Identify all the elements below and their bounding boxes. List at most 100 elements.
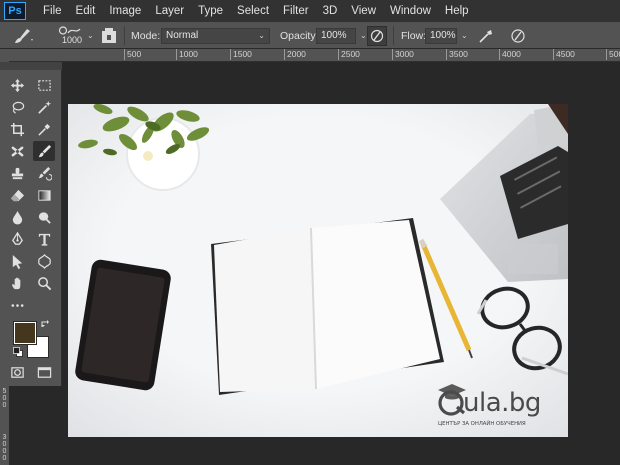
brush-size: 1000 (61, 35, 83, 45)
eyedropper-icon (37, 123, 50, 136)
hand-tool[interactable] (6, 273, 28, 293)
swap-colors-icon[interactable] (40, 319, 50, 329)
menu-image[interactable]: Image (102, 5, 148, 17)
chevron-down-icon[interactable]: ⌄ (87, 31, 94, 40)
airbrush-icon (479, 29, 492, 43)
ruler-tick: 5 0 0 (2, 388, 7, 409)
rectangular-marquee-icon (37, 79, 51, 91)
brush-settings-toggle[interactable] (101, 22, 117, 49)
path-selection-tool[interactable] (6, 251, 28, 271)
tool-preset-picker[interactable] (12, 22, 34, 49)
type-tool[interactable] (33, 229, 55, 249)
options-bar: 1000 ⌄ Mode: Normal ⌄ Opacity: 100% ⌄ Fl… (0, 22, 620, 49)
pressure-opacity-button[interactable] (367, 25, 387, 46)
menu-bar: Ps File Edit Image Layer Type Select Fil… (0, 0, 620, 22)
stamp-icon (11, 167, 23, 179)
brush-tool[interactable] (33, 141, 55, 161)
magic-wand-tool[interactable] (33, 97, 55, 117)
menu-layer[interactable]: Layer (148, 5, 191, 17)
app-logo: Ps (4, 2, 26, 20)
brush-icon (38, 144, 51, 157)
pressure-size-icon (511, 28, 525, 43)
pen-tool[interactable] (6, 229, 28, 249)
ruler-tick: 3 0 0 0 (2, 434, 7, 462)
opacity-value: 100% (321, 30, 347, 41)
menu-help[interactable]: Help (438, 5, 476, 17)
screen-mode-button[interactable] (33, 362, 55, 382)
menu-filter[interactable]: Filter (276, 5, 316, 17)
menu-edit[interactable]: Edit (69, 5, 103, 17)
foreground-color-swatch[interactable] (13, 321, 37, 345)
menu-file[interactable]: File (36, 5, 69, 17)
gradient-tool[interactable] (33, 185, 55, 205)
blur-tool[interactable] (6, 207, 28, 227)
lasso-icon (12, 101, 24, 114)
brand-logo-text: ula.bg (463, 388, 541, 418)
pressure-size-toggle[interactable] (510, 22, 526, 49)
zoom-tool[interactable] (33, 273, 55, 293)
shape-tool[interactable] (33, 251, 55, 271)
brush-tip-icon (58, 26, 81, 35)
flow-input[interactable]: 100% (425, 27, 457, 44)
dodge-icon (38, 211, 51, 224)
menu-window[interactable]: Window (383, 5, 438, 17)
menu-type[interactable]: Type (191, 5, 230, 17)
flow-value: 100% (430, 30, 456, 41)
canvas-photo: ula.bg ЦЕНТЪР ЗА ОНЛАЙН ОБУЧЕНИЯ (68, 104, 568, 437)
type-icon (38, 233, 50, 246)
ruler-tick: 2500 (338, 49, 360, 60)
quick-mask-icon (10, 366, 24, 378)
quick-mask-button[interactable] (6, 362, 28, 382)
ruler-tick: 4500 (553, 49, 575, 60)
clone-stamp-tool[interactable] (6, 163, 28, 183)
chevron-down-icon[interactable]: ⌄ (360, 31, 367, 40)
pressure-opacity-icon (370, 29, 384, 42)
menu-3d[interactable]: 3D (316, 5, 345, 17)
eyedropper-tool[interactable] (33, 119, 55, 139)
ruler-tick: 1500 (230, 49, 252, 60)
chevron-down-icon: ⌄ (258, 31, 265, 40)
history-brush-tool[interactable] (33, 163, 55, 183)
menu-view[interactable]: View (344, 5, 383, 17)
more-icon (11, 303, 23, 307)
ruler-tick: 3000 (392, 49, 414, 60)
custom-shape-icon (37, 253, 51, 269)
move-icon (10, 78, 24, 92)
move-tool[interactable] (6, 75, 28, 95)
opacity-input[interactable]: 100% (316, 27, 356, 44)
tools-panel-header[interactable] (0, 62, 62, 70)
ruler-top: 500 1000 1500 2000 2500 3000 3500 4000 4… (9, 49, 620, 62)
ruler-tick: 2000 (284, 49, 306, 60)
mode-select[interactable]: Normal ⌄ (161, 27, 270, 44)
marquee-tool[interactable] (33, 75, 55, 95)
mode-label: Mode: (131, 29, 161, 42)
healing-tool[interactable] (6, 141, 28, 161)
zoom-icon (37, 276, 51, 290)
more-tools[interactable] (6, 295, 28, 315)
ruler-tick: 3500 (446, 49, 468, 60)
eraser-icon (10, 189, 24, 201)
crop-tool[interactable] (6, 119, 28, 139)
blur-drop-icon (12, 210, 22, 225)
brush-panel-icon (102, 27, 116, 43)
ruler-tick: 4000 (499, 49, 521, 60)
gradient-icon (37, 189, 51, 201)
dodge-tool[interactable] (33, 207, 55, 227)
screen-mode-icon (37, 366, 51, 378)
chevron-down-icon[interactable]: ⌄ (461, 31, 468, 40)
pen-icon (11, 231, 23, 245)
eraser-tool[interactable] (6, 185, 28, 205)
menu-select[interactable]: Select (230, 5, 276, 17)
magic-wand-icon (37, 100, 51, 114)
brush-preset-picker[interactable]: 1000 (58, 22, 86, 49)
hand-icon (11, 277, 20, 289)
flow-label: Flow: (401, 29, 427, 42)
ruler-corner (0, 49, 9, 62)
spot-healing-icon (11, 146, 23, 156)
document-canvas[interactable]: ula.bg ЦЕНТЪР ЗА ОНЛАЙН ОБУЧЕНИЯ (68, 104, 568, 437)
tools-panel (0, 62, 62, 386)
airbrush-toggle[interactable] (478, 22, 494, 49)
lasso-tool[interactable] (6, 97, 28, 117)
brand-tagline: ЦЕНТЪР ЗА ОНЛАЙН ОБУЧЕНИЯ (438, 420, 526, 427)
default-colors-icon[interactable] (13, 347, 23, 357)
